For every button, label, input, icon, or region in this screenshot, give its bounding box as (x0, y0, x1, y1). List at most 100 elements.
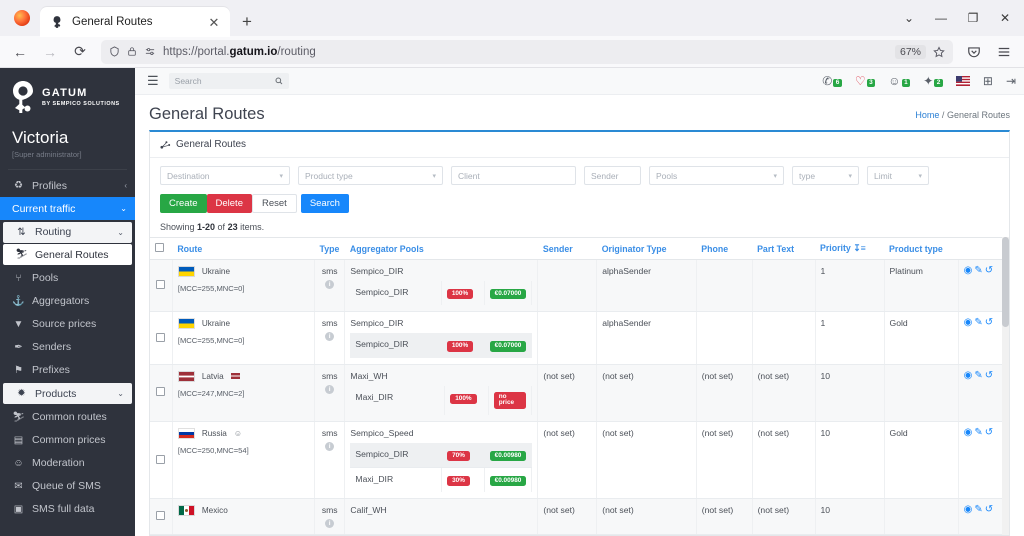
sidebar-item-current-traffic[interactable]: Current traffic⌄ (0, 197, 135, 220)
close-window-button[interactable]: ✕ (990, 6, 1020, 30)
zoom-level-indicator[interactable]: 67% (895, 45, 926, 59)
sidebar-item-label: Moderation (32, 457, 127, 469)
url-bar[interactable]: https://portal.gatum.io/routing 67% (101, 40, 953, 64)
table-row[interactable]: Russia☺[MCC=250,MNC=54]smsiSempico_Speed… (150, 421, 1009, 499)
type-select[interactable]: type▾ (792, 166, 859, 185)
sidebar-item-routing[interactable]: ⇅Routing⌄ (3, 222, 132, 243)
sidebar-item-aggregators[interactable]: ⚓Aggregators (0, 290, 135, 313)
column-header-route[interactable]: Route (172, 238, 314, 260)
view-icon[interactable]: ◉ (964, 371, 973, 381)
info-icon[interactable]: i (325, 385, 334, 394)
edit-icon[interactable]: ✎ (974, 318, 982, 328)
sidebar-item-pools[interactable]: ⑂Pools (0, 267, 135, 290)
back-button[interactable]: ← (6, 39, 34, 65)
column-header-originator-type[interactable]: Originator Type (597, 238, 697, 260)
row-checkbox[interactable] (156, 280, 165, 289)
shield-icon[interactable] (109, 46, 120, 57)
new-tab-button[interactable]: + (230, 13, 262, 36)
history-icon[interactable]: ↺ (985, 318, 993, 328)
tab-list-dropdown-icon[interactable]: ⌄ (894, 6, 924, 30)
sidebar-item-source-prices[interactable]: ▼Source prices (0, 313, 135, 336)
row-checkbox[interactable] (156, 455, 165, 464)
history-icon[interactable]: ↺ (985, 371, 993, 381)
sender-input[interactable]: Sender (584, 166, 641, 185)
info-icon[interactable]: i (325, 332, 334, 341)
activity-icon[interactable]: ✦2 (923, 74, 943, 88)
table-row[interactable]: Latvia[MCC=247,MNC=2]smsiMaxi_WHMaxi_DIR… (150, 364, 1009, 421)
column-header-type[interactable]: Type (314, 238, 344, 260)
column-header-product-type[interactable]: Product type (884, 238, 958, 260)
view-icon[interactable]: ◉ (964, 266, 973, 276)
column-header-aggregator-pools[interactable]: Aggregator Pools (345, 238, 538, 260)
pocket-icon[interactable] (960, 39, 988, 65)
apps-grid-icon[interactable]: ⊞ (983, 74, 993, 88)
table-row[interactable]: MexicosmsiCalif_WH(not set)(not set)(not… (150, 499, 1009, 535)
destination-select[interactable]: Destination▾ (160, 166, 290, 185)
vertical-scrollbar[interactable] (1002, 237, 1009, 535)
edit-icon[interactable]: ✎ (974, 505, 982, 515)
info-icon[interactable]: i (325, 442, 334, 451)
column-header-priority[interactable]: Priority ↧≡ (815, 238, 884, 260)
row-checkbox[interactable] (156, 387, 165, 396)
sidebar-item-common-prices[interactable]: ▤Common prices (0, 429, 135, 452)
column-label: Sender (543, 244, 573, 254)
info-icon[interactable]: i (325, 519, 334, 528)
table-row[interactable]: Ukraine[MCC=255,MNC=0]smsiSempico_DIRSem… (150, 260, 1009, 312)
pools-select[interactable]: Pools▾ (649, 166, 784, 185)
sidebar-item-common-routes[interactable]: ⛷Common routes (0, 406, 135, 429)
sidebar-item-profiles[interactable]: ♻Profiles‹ (0, 174, 135, 197)
sidebar-toggle-icon[interactable]: ☰ (147, 73, 159, 89)
sidebar-item-general-routes[interactable]: ⛷General Routes (3, 244, 132, 265)
delete-button[interactable]: Delete (207, 194, 252, 213)
edit-icon[interactable]: ✎ (974, 371, 982, 381)
search-button[interactable]: Search (301, 194, 349, 213)
browser-tab[interactable]: General Routes ✕ (40, 7, 230, 37)
column-header-part-text[interactable]: Part Text (752, 238, 815, 260)
tab-close-icon[interactable]: ✕ (206, 16, 222, 29)
hamburger-menu-icon[interactable] (990, 39, 1018, 65)
reset-button[interactable]: Reset (252, 194, 297, 213)
view-icon[interactable]: ◉ (964, 428, 973, 438)
maximize-button[interactable]: ❐ (958, 6, 988, 30)
edit-icon[interactable]: ✎ (974, 266, 982, 276)
sidebar-item-queue-of-sms[interactable]: ✉Queue of SMS (0, 475, 135, 498)
breadcrumb-home[interactable]: Home (915, 110, 939, 120)
row-checkbox[interactable] (156, 511, 165, 520)
table-row[interactable]: Ukraine[MCC=255,MNC=0]smsiSempico_DIRSem… (150, 312, 1009, 364)
minimize-button[interactable]: — (926, 6, 956, 30)
pool-name: Sempico_DIR (350, 281, 441, 305)
star-icon[interactable] (933, 46, 945, 58)
users-icon[interactable]: ☺1 (888, 74, 910, 88)
product-type-select[interactable]: Product type▾ (298, 166, 443, 185)
info-icon[interactable]: i (325, 280, 334, 289)
sms-icon[interactable]: ✆6 (822, 74, 842, 88)
alerts-icon[interactable]: ♡3 (855, 74, 875, 88)
sidebar-item-prefixes[interactable]: ⚑Prefixes (0, 359, 135, 382)
edit-icon[interactable]: ✎ (974, 428, 982, 438)
tracking-settings-icon[interactable] (144, 46, 156, 57)
table-scroll-area[interactable]: RouteTypeAggregator Pools Sender Originato… (150, 237, 1009, 535)
column-header-sender[interactable]: Sender (538, 238, 597, 260)
limit-select[interactable]: Limit▾ (867, 166, 929, 185)
forward-button[interactable]: → (36, 39, 64, 65)
us-flag-icon[interactable] (956, 76, 970, 86)
logout-icon[interactable]: ⇥ (1006, 74, 1016, 88)
scrollbar-thumb[interactable] (1002, 237, 1009, 327)
history-icon[interactable]: ↺ (985, 266, 993, 276)
search-input[interactable]: Search (169, 73, 289, 89)
view-icon[interactable]: ◉ (964, 318, 973, 328)
main-content: ☰ Search ✆6♡3☺1✦2⊞⇥ General Routes Home … (135, 68, 1024, 536)
view-icon[interactable]: ◉ (964, 505, 973, 515)
select-all-checkbox[interactable] (155, 243, 164, 252)
sidebar-item-sms-full-data[interactable]: ▣SMS full data (0, 498, 135, 521)
reload-button[interactable]: ⟳ (66, 39, 94, 65)
column-header-phone[interactable]: Phone (696, 238, 752, 260)
sidebar-item-senders[interactable]: ✒Senders (0, 336, 135, 359)
history-icon[interactable]: ↺ (985, 505, 993, 515)
row-checkbox[interactable] (156, 333, 165, 342)
create-button[interactable]: Create (160, 194, 207, 213)
sidebar-item-products[interactable]: ✹Products⌄ (3, 383, 132, 404)
history-icon[interactable]: ↺ (985, 428, 993, 438)
client-input[interactable]: Client (451, 166, 576, 185)
sidebar-item-moderation[interactable]: ☺Moderation (0, 452, 135, 475)
